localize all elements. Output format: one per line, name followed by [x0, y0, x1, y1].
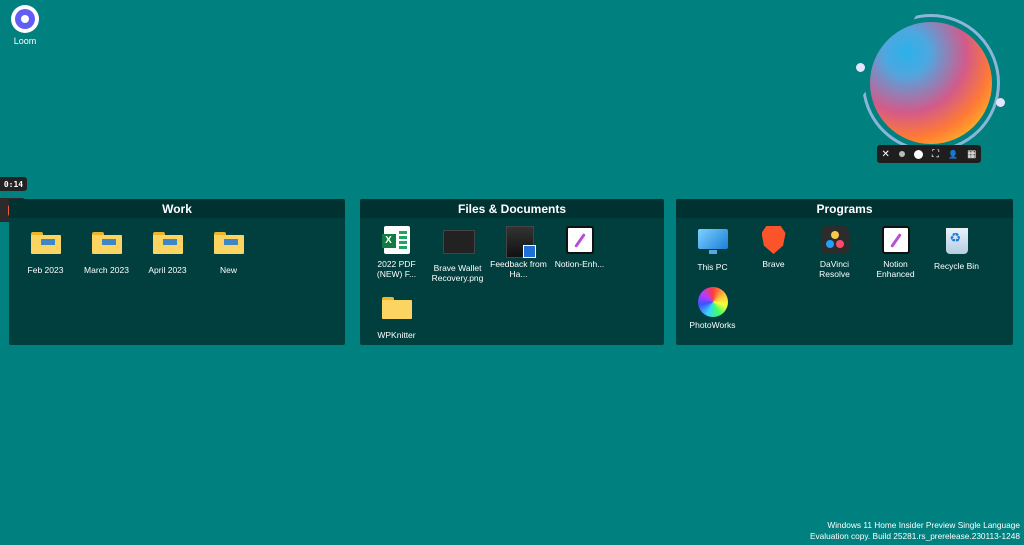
item-label: Brave — [762, 259, 785, 269]
fence-title[interactable]: Programs — [676, 199, 1013, 218]
fence-item-2022-pdf[interactable]: X 2022 PDF (NEW) F... — [366, 226, 427, 283]
davinci-icon — [820, 226, 849, 254]
item-label: Feb 2023 — [27, 265, 64, 275]
fence-item-march-2023[interactable]: March 2023 — [76, 226, 137, 275]
excel-icon: X — [381, 226, 410, 254]
item-label: Feedback from Ha... — [490, 259, 547, 279]
monitor-icon — [697, 229, 728, 254]
large-size-icon[interactable] — [913, 149, 923, 159]
fence-work: Work Feb 2023 March 2023 April 2023 New — [9, 199, 345, 345]
camera-toolbar: ✕ ⛶ 👤 ▦ — [877, 145, 981, 163]
item-label: This PC — [697, 262, 728, 272]
item-label: PhotoWorks — [689, 320, 736, 330]
person-icon[interactable]: 👤 — [948, 150, 958, 159]
folder-icon — [152, 232, 183, 254]
small-size-icon[interactable] — [898, 151, 905, 157]
fence-item-davinci-resolve[interactable]: DaVinci Resolve — [804, 226, 865, 279]
folder-icon — [213, 232, 244, 254]
fence-item-new[interactable]: New — [198, 226, 259, 275]
item-label: WPKnitter — [377, 330, 416, 340]
folder-icon — [30, 232, 61, 254]
folder-icon — [91, 232, 122, 254]
item-label: Notion-Enh... — [554, 259, 605, 269]
fence-item-recycle-bin[interactable]: Recycle Bin — [926, 226, 987, 279]
item-label: New — [219, 265, 237, 275]
fullscreen-icon[interactable]: ⛶ — [932, 149, 939, 160]
fence-title[interactable]: Files & Documents — [360, 199, 664, 218]
resize-handle-icon[interactable] — [996, 98, 1005, 107]
fence-item-this-pc[interactable]: This PC — [682, 226, 743, 279]
recycle-bin-icon — [945, 228, 968, 254]
fence-item-feb-2023[interactable]: Feb 2023 — [15, 226, 76, 275]
fence-files-documents: Files & Documents X 2022 PDF (NEW) F... … — [360, 199, 664, 345]
fence-item-brave[interactable]: Brave — [743, 226, 804, 279]
windows-watermark: Windows 11 Home Insider Preview Single L… — [810, 520, 1020, 542]
loom-icon — [11, 5, 39, 33]
desktop-icon-label: Loom — [13, 36, 37, 46]
watermark-line-1: Windows 11 Home Insider Preview Single L… — [827, 520, 1020, 530]
brave-icon — [761, 226, 786, 254]
shortcut-badge-icon — [522, 245, 536, 258]
item-label: March 2023 — [84, 265, 129, 275]
item-label: April 2023 — [148, 265, 187, 275]
fence-item-notion-enh[interactable]: Notion-Enh... — [549, 226, 610, 283]
fence-item-notion-enhanced[interactable]: Notion Enhanced — [865, 226, 926, 279]
notion-icon — [565, 226, 594, 254]
item-label: Recycle Bin — [934, 261, 979, 271]
close-icon[interactable]: ✕ — [882, 149, 890, 160]
item-label: Brave Wallet Recovery.png — [431, 263, 484, 283]
item-label: DaVinci Resolve — [819, 259, 850, 279]
fence-programs: Programs This PC Brave DaVinci Resolve N… — [676, 199, 1013, 345]
resize-handle-icon[interactable] — [856, 63, 865, 72]
notion-icon — [881, 226, 910, 254]
fence-item-feedback[interactable]: Feedback from Ha... — [488, 226, 549, 283]
recording-timer: 0:14 — [0, 177, 27, 191]
fence-item-wpknitter[interactable]: WPKnitter — [366, 291, 427, 340]
photoworks-icon — [697, 287, 728, 317]
item-label: 2022 PDF (NEW) F... — [376, 259, 417, 279]
folder-icon — [381, 297, 412, 319]
camera-preview — [870, 22, 992, 144]
fence-item-photoworks[interactable]: PhotoWorks — [682, 287, 743, 330]
item-label: Notion Enhanced — [876, 259, 915, 279]
desktop-icon-loom[interactable]: Loom — [0, 0, 55, 46]
fence-title[interactable]: Work — [9, 199, 345, 218]
fence-item-april-2023[interactable]: April 2023 — [137, 226, 198, 275]
camera-bubble[interactable] — [856, 14, 1005, 152]
fence-item-brave-wallet-recovery[interactable]: Brave Wallet Recovery.png — [427, 226, 488, 283]
image-icon — [442, 230, 475, 254]
watermark-line-2: Evaluation copy. Build 25281.rs_prerelea… — [809, 531, 1020, 541]
background-icon[interactable]: ▦ — [967, 149, 976, 160]
